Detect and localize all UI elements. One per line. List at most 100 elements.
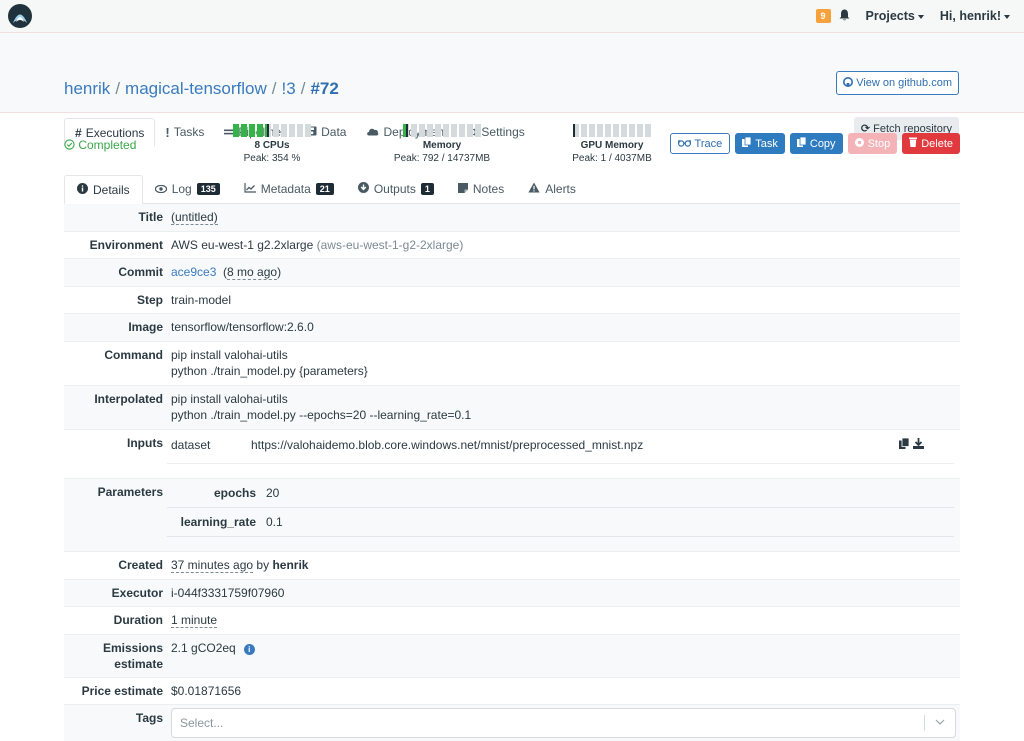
log-count-badge: 135 [196,183,220,195]
info-circle-icon [77,182,88,197]
emissions-label-line: Emissions [102,640,163,655]
execution-actions: Trace Task Copy Stop Delete [669,133,960,154]
parameter-item: epochs 20 [167,479,954,508]
detail-label: Step [136,292,163,307]
stop-circle-icon [854,137,864,150]
detail-label: Tags [135,711,163,725]
emissions-value: 2.1 gCO2eq [171,640,236,655]
gpu-memory-meter: GPU Memory Peak: 1 / 4037MB [552,124,672,164]
detail-label: Inputs [127,435,163,450]
parameter-value: 0.1 [266,514,283,529]
parameter-value: 20 [266,485,280,500]
detail-row-inputs: Inputs dataset https://valohaidemo.blob.… [64,429,960,479]
meter-segment [637,124,643,137]
tab-notes[interactable]: Notes [446,175,516,203]
meter-segment [403,124,409,137]
breadcrumb-task[interactable]: !3 [282,79,296,98]
meter-segment [645,124,651,137]
cpu-meter: 8 CPUs Peak: 354 % [212,124,332,164]
execution-details-table: Title (untitled) Environment AWS eu-west… [64,204,960,741]
tab-alerts[interactable]: Alerts [516,175,588,203]
execution-status-row: Completed 8 CPUs Peak: 354 % Memory Peak… [0,113,1024,175]
meter-segment [305,124,311,137]
trace-button[interactable]: Trace [669,133,731,154]
tab-metadata[interactable]: Metadata 21 [232,175,346,203]
meter-segment [273,124,279,137]
input-name: dataset [171,437,211,452]
meter-segment [249,124,255,137]
commit-hash-link[interactable]: ace9ce3 [171,265,216,279]
bell-icon[interactable] [839,9,850,24]
eye-icon [154,182,167,196]
input-url[interactable]: https://valohaidemo.blob.core.windows.ne… [251,437,899,454]
meter-segment [257,124,263,137]
price-value: $0.01871656 [171,683,242,698]
valohai-logo[interactable] [8,4,32,28]
delete-button[interactable]: Delete [902,133,960,154]
detail-label: Interpolated [94,391,163,406]
projects-dropdown[interactable]: Projects [866,9,924,23]
meter-segment [451,124,457,137]
top-navbar: 9 Projects Hi, henrik! [0,0,1024,33]
user-menu-dropdown[interactable]: Hi, henrik! [940,9,1010,23]
tab-log[interactable]: Log 135 [143,175,232,203]
trash-icon [909,137,918,150]
warning-triangle-icon [528,182,540,196]
meter-segment [605,124,611,137]
detail-label: Commit [118,265,163,279]
meter-segment [265,124,271,137]
environment-slug: (aws-eu-west-1-g2-2xlarge) [316,237,464,252]
meter-peak-marker [267,124,269,137]
parameter-name: epochs [213,485,256,500]
task-button[interactable]: Task [735,133,785,154]
memory-peak: Peak: 792 / 14737MB [393,153,491,164]
tab-label: Metadata [260,182,311,196]
status-completed: Completed [64,138,136,152]
notification-count-badge[interactable]: 9 [815,9,831,23]
check-circle-icon [64,138,75,152]
breadcrumb-execution[interactable]: #72 [310,79,338,98]
page-header: henrik / magical-tensorflow / !3/#72 View on… [0,33,1024,146]
title-value[interactable]: (untitled) [171,210,218,225]
copy-label: Copy [809,137,836,150]
download-icon[interactable] [913,437,924,454]
meter-segment [435,124,441,137]
command-line: pip install valohai-utils [171,347,288,362]
cpu-usage-bar [212,124,332,137]
detail-row-step: Step train-model [64,286,960,314]
input-item: dataset https://valohaidemo.blob.core.wi… [167,432,954,464]
tags-select[interactable]: Select... [171,708,956,738]
memory-usage-bar [382,124,502,137]
detail-row-image: Image tensorflow/tensorflow:2.6.0 [64,314,960,342]
copy-icon [742,136,752,150]
detail-row-emissions: Emissions estimate 2.1 gCO2eq i [64,634,960,678]
detail-label: Command [104,347,163,362]
copy-icon[interactable] [899,437,910,454]
detail-label: Title [138,210,163,224]
github-button-label: View on github.com [856,77,952,89]
gpu-peak: Peak: 1 / 4037MB [572,153,652,164]
meter-segment [597,124,603,137]
detail-row-created: Created 37 minutes ago by henrik [64,552,960,580]
delete-label: Delete [921,137,953,150]
view-on-github-button[interactable]: View on github.com [836,71,959,95]
tab-label: Notes [472,182,505,196]
breadcrumb-project[interactable]: magical-tensorflow [125,79,267,98]
tab-label: Alerts [545,182,576,196]
copy-button[interactable]: Copy [789,133,843,154]
info-icon[interactable]: i [243,643,255,655]
tab-outputs[interactable]: Outputs 1 [346,175,446,203]
emissions-label-line: estimate [114,656,163,671]
detail-label: Created [118,558,163,572]
memory-meter-label: Memory [422,140,462,151]
chevron-down-icon[interactable] [925,715,955,732]
breadcrumb-separator: / [300,79,306,98]
line-chart-icon [244,182,256,196]
tab-details[interactable]: Details [64,175,143,204]
detail-row-environment: Environment AWS eu-west-1 g2.2xlarge (aw… [64,231,960,259]
task-label: Task [755,137,778,150]
execution-detail-tabs: Details Log 135 Metadata 21 Outputs 1 No… [64,175,960,204]
meter-segment [241,124,247,137]
breadcrumb-owner[interactable]: henrik [64,79,110,98]
stop-button[interactable]: Stop [847,133,898,154]
